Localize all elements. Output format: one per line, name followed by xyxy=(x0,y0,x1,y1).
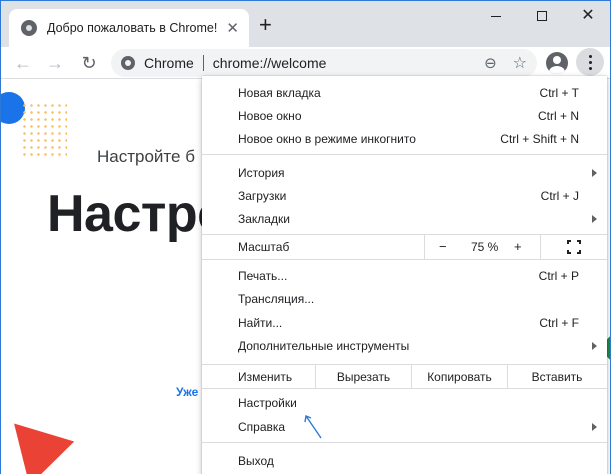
omnibox-divider xyxy=(202,55,204,71)
menu-item-shortcut: Ctrl + J xyxy=(540,188,579,203)
menu-item-label: Закладки xyxy=(238,211,290,226)
maximize-icon xyxy=(537,11,547,21)
menu-item-label: Настройки xyxy=(238,395,297,410)
menu-button[interactable] xyxy=(576,48,604,76)
page-subtitle: Настройте б xyxy=(97,147,195,166)
menu-item-label: Печать... xyxy=(238,268,288,283)
kebab-dot xyxy=(588,54,592,58)
browser-window: Добро пожаловать в Chrome! ✕ + ✕ ← → ↻ C… xyxy=(0,0,611,474)
submenu-arrow-icon xyxy=(592,341,597,350)
paste-button[interactable]: Вставить xyxy=(507,365,606,388)
menu-item-new-window[interactable]: Новое окно Ctrl + N xyxy=(202,104,607,127)
menu-item-label: Загрузки xyxy=(238,188,287,203)
tab-close-icon[interactable]: ✕ xyxy=(226,21,239,36)
menu-item-help[interactable]: Справка xyxy=(202,415,607,438)
back-button[interactable]: ← xyxy=(11,51,35,75)
edit-label: Изменить xyxy=(238,369,293,384)
menu-item-print[interactable]: Печать... Ctrl + P xyxy=(202,264,607,287)
tab-title: Добро пожаловать в Chrome! xyxy=(47,21,218,35)
fullscreen-icon xyxy=(566,240,581,254)
submenu-arrow-icon xyxy=(592,422,597,431)
menu-item-label: Трансляция... xyxy=(238,291,315,306)
menu-divider xyxy=(202,442,607,443)
menu-edit-row: Изменить Вырезать Копировать Вставить xyxy=(202,365,607,388)
menu-divider xyxy=(202,154,607,155)
chrome-main-menu: Новая вкладка Ctrl + T Новое окно Ctrl +… xyxy=(202,76,607,474)
menu-item-label: Справка xyxy=(238,419,286,434)
cut-button[interactable]: Вырезать xyxy=(315,365,411,388)
new-tab-button[interactable]: + xyxy=(259,14,272,36)
menu-item-cast[interactable]: Трансляция... xyxy=(202,287,607,310)
decorative-dot-grid xyxy=(21,102,67,158)
menu-item-label: Дополнительные инструменты xyxy=(238,338,410,353)
menu-item-label: Новое окно xyxy=(238,108,302,123)
zoom-controls: − 75 % + xyxy=(424,235,540,259)
site-chip[interactable]: Chrome xyxy=(144,55,194,71)
copy-button[interactable]: Копировать xyxy=(411,365,507,388)
zoom-level: 75 % xyxy=(471,240,499,254)
zoom-label: Масштаб xyxy=(238,240,290,254)
menu-zoom-row: Масштаб − 75 % + xyxy=(202,235,607,259)
maximize-button[interactable] xyxy=(519,1,565,31)
menu-item-label: Новое окно в режиме инкогнито xyxy=(238,131,416,146)
submenu-arrow-icon xyxy=(592,214,597,223)
close-window-button[interactable]: ✕ xyxy=(565,1,610,31)
menu-item-settings[interactable]: Настройки xyxy=(202,391,607,414)
menu-item-bookmarks[interactable]: Закладки xyxy=(202,207,607,230)
zoom-out-icon[interactable]: ⊖ xyxy=(484,54,497,72)
minimize-icon xyxy=(491,15,501,17)
bookmark-star-icon[interactable]: ☆ xyxy=(513,53,527,73)
menu-item-shortcut: Ctrl + N xyxy=(537,108,579,123)
kebab-dot xyxy=(588,60,592,64)
menu-item-exit[interactable]: Выход xyxy=(202,449,607,472)
reload-button[interactable]: ↻ xyxy=(77,51,101,75)
menu-item-shortcut: Ctrl + F xyxy=(539,315,579,330)
menu-item-label: Найти... xyxy=(238,315,283,330)
pointer-arrow-icon xyxy=(304,415,322,439)
menu-divider xyxy=(202,259,607,260)
kebab-dot xyxy=(588,66,592,70)
menu-item-history[interactable]: История xyxy=(202,161,607,184)
zoom-in-button[interactable]: + xyxy=(514,239,522,254)
menu-item-shortcut: Ctrl + P xyxy=(538,268,579,283)
fullscreen-button[interactable] xyxy=(540,235,606,259)
menu-item-find[interactable]: Найти... Ctrl + F xyxy=(202,311,607,334)
menu-item-shortcut: Ctrl + Shift + N xyxy=(500,131,579,146)
menu-item-downloads[interactable]: Загрузки Ctrl + J xyxy=(202,184,607,207)
decorative-red-triangle xyxy=(14,410,82,474)
forward-button[interactable]: → xyxy=(43,51,67,75)
menu-item-new-tab[interactable]: Новая вкладка Ctrl + T xyxy=(202,81,607,104)
tab-strip: Добро пожаловать в Chrome! ✕ + ✕ xyxy=(1,1,610,47)
tab-welcome[interactable]: Добро пожаловать в Chrome! ✕ xyxy=(9,9,249,47)
sign-in-link[interactable]: Уже xyxy=(176,385,198,399)
chrome-favicon-icon xyxy=(21,20,37,36)
minimize-button[interactable] xyxy=(473,1,519,31)
menu-item-label: История xyxy=(238,165,285,180)
url-text[interactable]: chrome://welcome xyxy=(213,55,484,71)
menu-item-label: Выход xyxy=(238,453,274,468)
address-bar[interactable]: Chrome chrome://welcome ⊖ ☆ xyxy=(111,49,537,77)
chrome-page-icon[interactable] xyxy=(121,56,135,70)
profile-avatar-icon[interactable] xyxy=(546,52,568,74)
zoom-out-button[interactable]: − xyxy=(439,239,447,254)
menu-divider xyxy=(202,388,607,389)
menu-item-more-tools[interactable]: Дополнительные инструменты xyxy=(202,334,607,357)
menu-item-incognito[interactable]: Новое окно в режиме инкогнито Ctrl + Shi… xyxy=(202,127,607,150)
submenu-arrow-icon xyxy=(592,168,597,177)
menu-item-shortcut: Ctrl + T xyxy=(539,85,579,100)
toolbar: ← → ↻ Chrome chrome://welcome ⊖ ☆ xyxy=(1,47,610,79)
menu-item-label: Новая вкладка xyxy=(238,85,321,100)
close-icon: ✕ xyxy=(581,7,595,24)
